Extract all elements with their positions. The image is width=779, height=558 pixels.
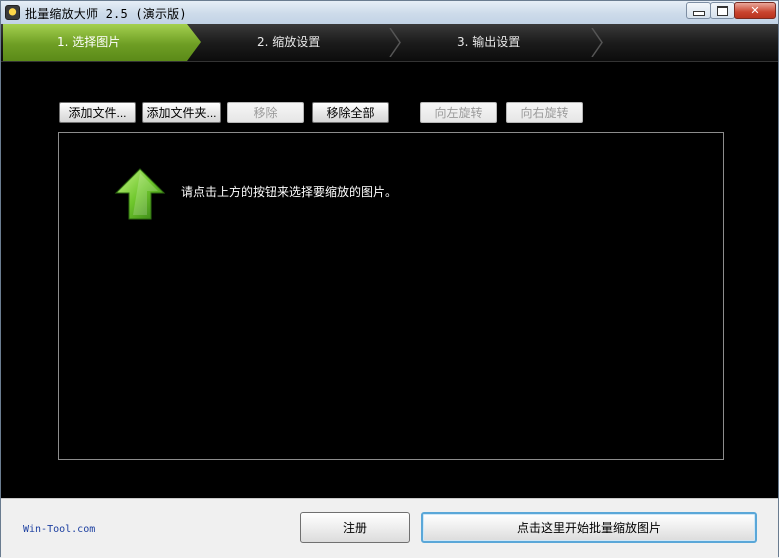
- chevron-right-icon: [591, 28, 603, 57]
- add-files-button[interactable]: 添加文件...: [59, 102, 136, 123]
- arrow-up-icon: [114, 168, 166, 220]
- maximize-button[interactable]: [710, 2, 735, 19]
- rotate-right-button[interactable]: 向右旋转: [506, 102, 583, 123]
- close-icon: ✕: [750, 4, 760, 17]
- app-logo-icon: [5, 5, 20, 20]
- select-images-hint: 请点击上方的按钮来选择要缩放的图片。: [181, 185, 398, 199]
- rotate-left-button[interactable]: 向左旋转: [420, 102, 497, 123]
- step-output-settings[interactable]: 3. 输出设置: [457, 24, 520, 61]
- maximize-icon: [717, 5, 728, 16]
- image-list-panel[interactable]: 请点击上方的按钮来选择要缩放的图片。: [58, 132, 724, 460]
- chevron-right-icon: [389, 28, 401, 57]
- remove-button[interactable]: 移除: [227, 102, 304, 123]
- brand-label: Win-Tool.com: [23, 524, 96, 535]
- main-window: 批量缩放大师 2.5 (演示版) ✕ 1. 选择图片 2. 缩放设置 3. 输出…: [0, 0, 779, 558]
- start-batch-resize-button[interactable]: 点击这里开始批量缩放图片: [421, 512, 757, 543]
- footer-bar: Win-Tool.com 注册 点击这里开始批量缩放图片: [1, 498, 778, 558]
- minimize-icon: [692, 11, 705, 16]
- remove-all-button[interactable]: 移除全部: [312, 102, 389, 123]
- add-folder-button[interactable]: 添加文件夹...: [142, 102, 221, 123]
- step-label: 2. 缩放设置: [257, 35, 321, 49]
- wizard-steps: 1. 选择图片 2. 缩放设置 3. 输出设置: [1, 24, 778, 62]
- step-scale-settings[interactable]: 2. 缩放设置: [257, 24, 320, 61]
- step-label: 1. 选择图片: [57, 35, 121, 49]
- step-select-images[interactable]: 1. 选择图片: [3, 24, 201, 61]
- close-button[interactable]: ✕: [734, 2, 776, 19]
- minimize-button[interactable]: [686, 2, 711, 19]
- window-title: 批量缩放大师 2.5 (演示版): [25, 7, 187, 21]
- register-button[interactable]: 注册: [300, 512, 410, 543]
- title-bar: 批量缩放大师 2.5 (演示版) ✕: [1, 1, 778, 25]
- step-label: 3. 输出设置: [457, 35, 521, 49]
